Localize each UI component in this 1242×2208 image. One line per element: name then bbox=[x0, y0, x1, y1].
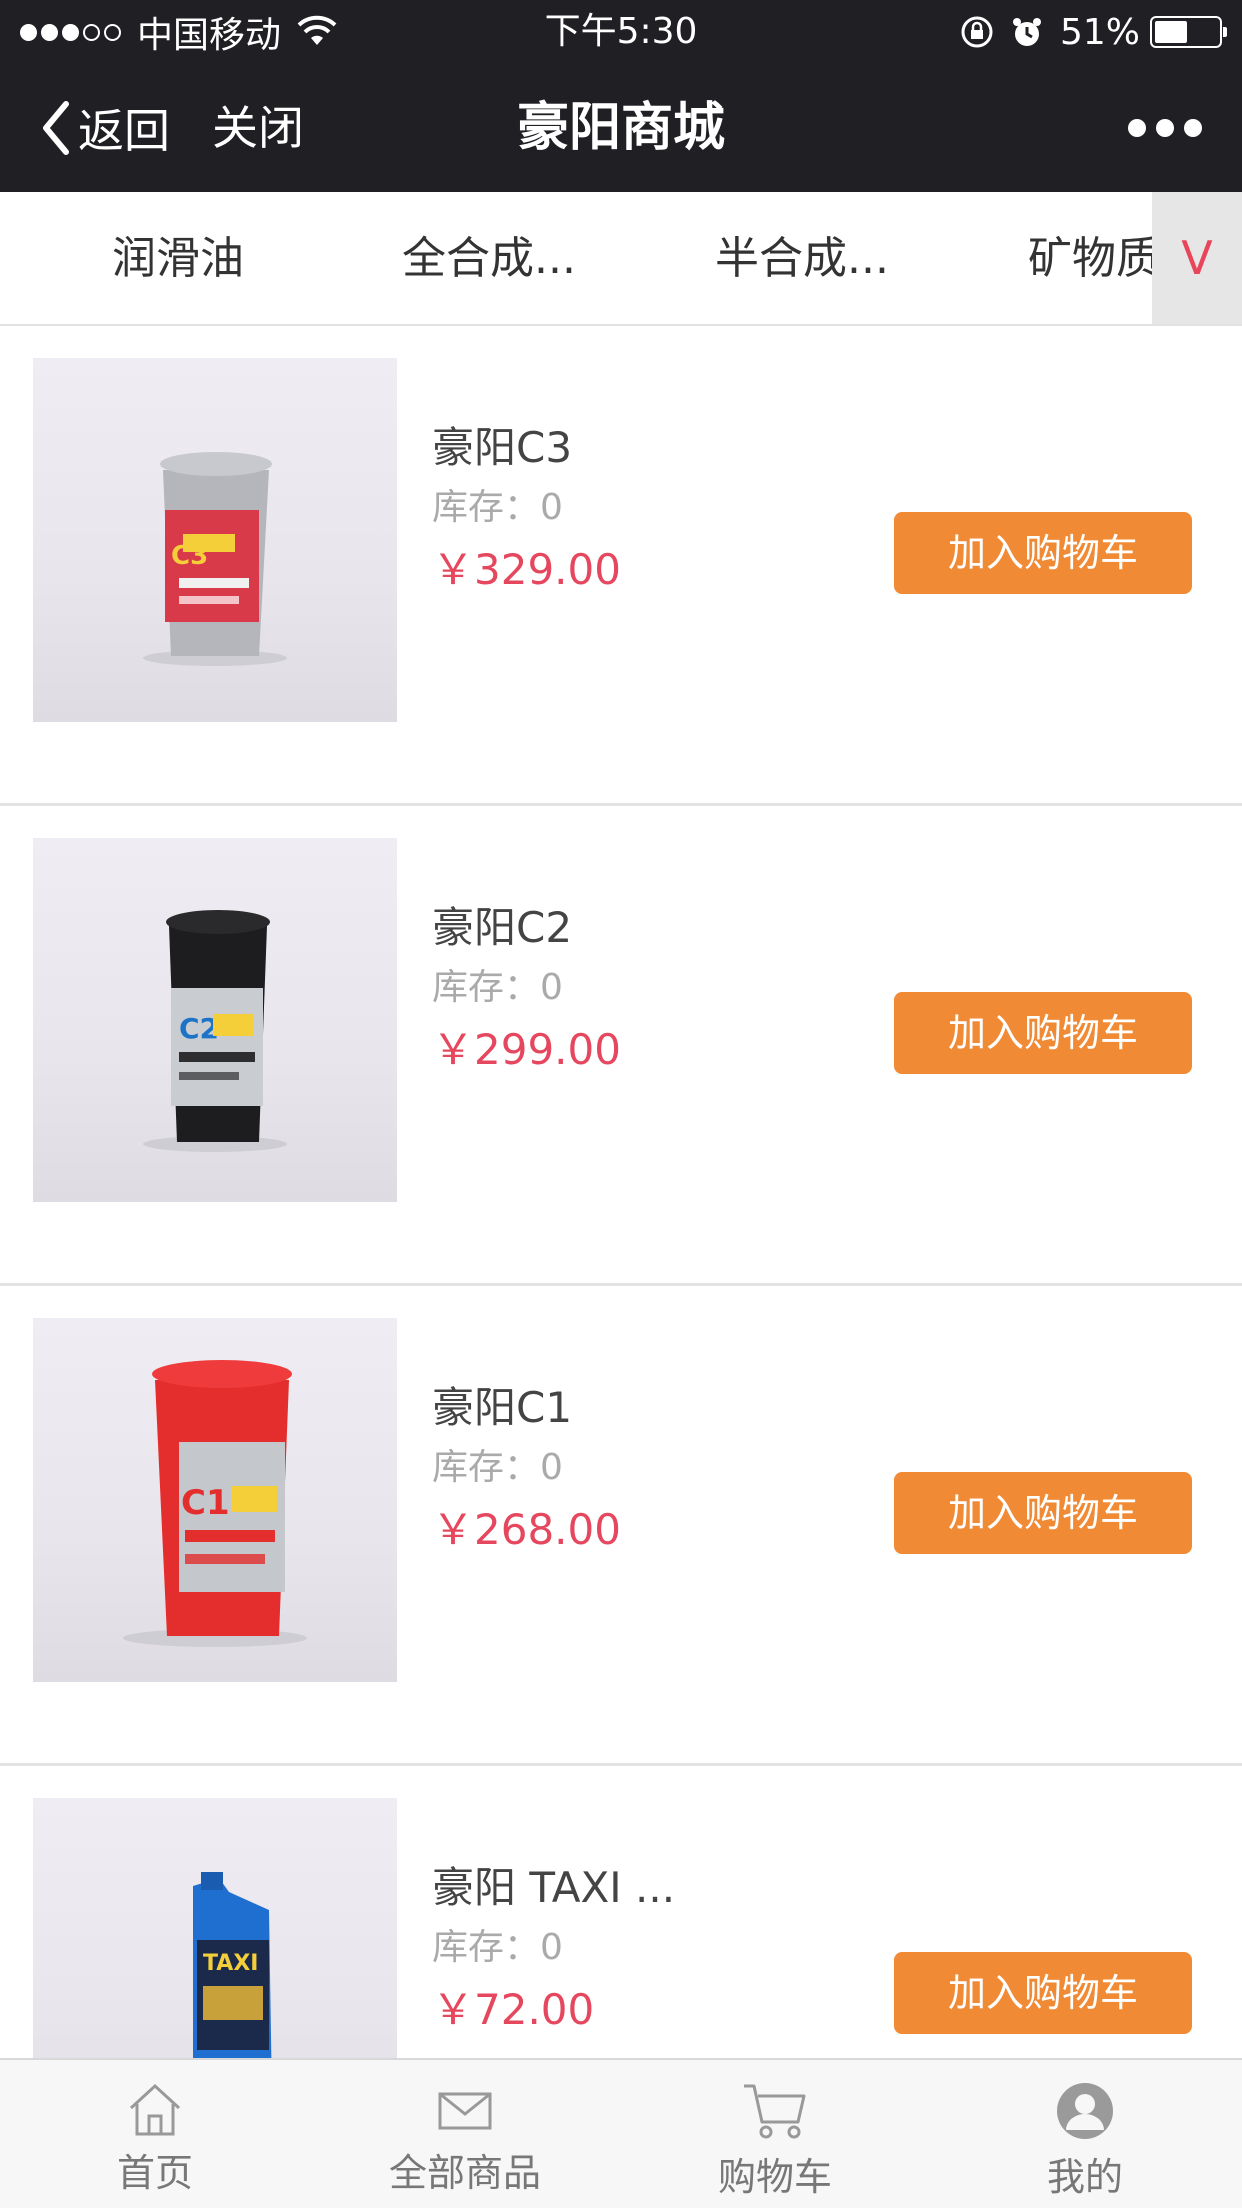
page-title: 豪阳商城 bbox=[516, 98, 725, 158]
nav-bar: 返回 关闭 豪阳商城 bbox=[0, 64, 1242, 192]
svg-text:C1: C1 bbox=[181, 1483, 230, 1523]
bottom-tab-bar: 首页 全部商品 购物车 我的 bbox=[0, 2058, 1242, 2208]
product-image[interactable]: C3 bbox=[33, 358, 397, 722]
tab-home[interactable]: 首页 bbox=[0, 2060, 310, 2208]
add-to-cart-button[interactable]: 加入购物车 bbox=[894, 992, 1192, 1074]
more-menu-icon[interactable] bbox=[1118, 64, 1202, 192]
oil-bucket-image: C1 bbox=[123, 1360, 307, 1647]
svg-text:C3: C3 bbox=[171, 541, 208, 571]
product-item[interactable]: C3 豪阳C3 库存：0 ￥329.00 加入购物车 bbox=[0, 326, 1242, 806]
product-name: 豪阳C3 bbox=[432, 423, 573, 472]
add-to-cart-button[interactable]: 加入购物车 bbox=[894, 1952, 1192, 2034]
tab-semi-synthetic[interactable]: 半合成... bbox=[715, 192, 889, 324]
product-price: ￥299.00 bbox=[432, 1025, 621, 1074]
home-icon bbox=[129, 2083, 181, 2136]
svg-text:TAXI: TAXI bbox=[203, 1951, 258, 1976]
tab-home-label: 首页 bbox=[116, 2151, 193, 2195]
product-item[interactable]: C2 豪阳C2 库存：0 ￥299.00 加入购物车 bbox=[0, 806, 1242, 1286]
product-item[interactable]: C1 豪阳C1 库存：0 ￥268.00 加入购物车 bbox=[0, 1286, 1242, 1766]
cart-icon bbox=[744, 2084, 806, 2139]
tab-lubricant[interactable]: 润滑油 bbox=[112, 192, 244, 324]
product-name: 豪阳C2 bbox=[432, 903, 573, 952]
expand-categories-button[interactable]: V bbox=[1152, 192, 1242, 324]
product-price: ￥268.00 bbox=[432, 1505, 621, 1554]
tab-my[interactable]: 我的 bbox=[930, 2060, 1240, 2208]
battery-icon bbox=[1150, 16, 1227, 48]
status-bar: 中国移动 下午5:30 51% bbox=[0, 0, 1242, 64]
battery-percent: 51% bbox=[1059, 11, 1140, 53]
status-right: 51% bbox=[960, 8, 1227, 56]
product-stock: 库存：0 bbox=[432, 1447, 563, 1488]
tab-full-synthetic[interactable]: 全合成... bbox=[402, 192, 576, 324]
rotation-lock-icon bbox=[961, 16, 993, 48]
category-tabs: 润滑油 全合成... 半合成... 矿物质 V bbox=[0, 192, 1242, 326]
add-to-cart-button[interactable]: 加入购物车 bbox=[894, 1472, 1192, 1554]
alarm-icon bbox=[1012, 18, 1041, 46]
oil-bucket-image: C3 bbox=[143, 452, 287, 666]
tab-all-products-label: 全部商品 bbox=[388, 2151, 541, 2195]
product-name: 豪阳C1 bbox=[432, 1383, 573, 1432]
tab-mineral[interactable]: 矿物质 bbox=[1028, 192, 1160, 324]
tab-all-products[interactable]: 全部商品 bbox=[310, 2060, 620, 2208]
product-image[interactable]: C2 bbox=[33, 838, 397, 1202]
product-price: ￥72.00 bbox=[432, 1985, 595, 2034]
product-stock: 库存：0 bbox=[432, 967, 563, 1008]
oil-bucket-image: C2 bbox=[143, 910, 287, 1152]
user-icon bbox=[1057, 2083, 1113, 2139]
add-to-cart-button[interactable]: 加入购物车 bbox=[894, 512, 1192, 594]
envelope-icon bbox=[438, 2092, 492, 2130]
tab-cart[interactable]: 购物车 bbox=[620, 2060, 930, 2208]
product-stock: 库存：0 bbox=[432, 1927, 563, 1968]
tab-my-label: 我的 bbox=[1046, 2155, 1123, 2199]
product-price: ￥329.00 bbox=[432, 545, 621, 594]
product-image[interactable]: C1 bbox=[33, 1318, 397, 1682]
product-stock: 库存：0 bbox=[432, 487, 563, 528]
tab-cart-label: 购物车 bbox=[717, 2155, 832, 2199]
product-name: 豪阳 TAXI ... bbox=[432, 1863, 676, 1912]
